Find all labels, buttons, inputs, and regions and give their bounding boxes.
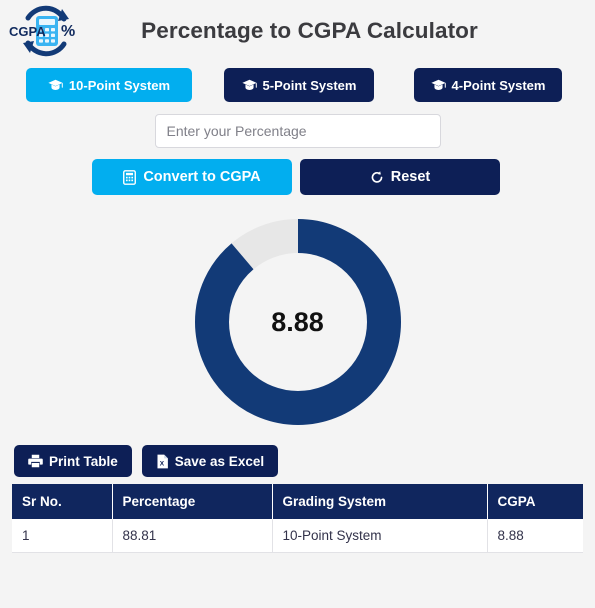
graduation-cap-icon bbox=[430, 79, 446, 91]
grading-system-10-point-label: 10-Point System bbox=[68, 77, 171, 93]
grading-system-4-point-label: 4-Point System bbox=[451, 77, 546, 93]
cgpa-result-chart: 8.88 bbox=[0, 206, 595, 438]
percentage-input-container bbox=[0, 108, 595, 154]
cgpa-value-label: 8.88 bbox=[271, 306, 324, 337]
results-table-container: Sr No. Percentage Grading System CGPA 1 … bbox=[0, 484, 595, 553]
percentage-input[interactable] bbox=[154, 114, 441, 148]
svg-text:X: X bbox=[159, 460, 164, 467]
grading-system-selector: 10-Point System 5-Point System 4-Point S… bbox=[0, 62, 595, 108]
percent-symbol: % bbox=[61, 23, 75, 40]
print-table-label: Print Table bbox=[49, 453, 118, 469]
grading-system-10-point-button[interactable]: 10-Point System bbox=[26, 68, 192, 102]
printer-icon bbox=[28, 454, 43, 468]
column-header-sr-no: Sr No. bbox=[12, 484, 113, 519]
logo-text: CGPA bbox=[9, 24, 46, 39]
rotate-right-icon bbox=[370, 170, 384, 185]
export-buttons: Print Table X Save as Excel bbox=[0, 438, 595, 484]
grading-system-5-point-button[interactable]: 5-Point System bbox=[224, 68, 374, 102]
action-buttons: Convert to CGPA Reset bbox=[0, 154, 595, 206]
table-body: 1 88.81 10-Point System 8.88 bbox=[12, 519, 583, 553]
table-header-row: Sr No. Percentage Grading System CGPA bbox=[12, 484, 583, 519]
save-as-excel-label: Save as Excel bbox=[174, 453, 265, 469]
reset-button-label: Reset bbox=[390, 169, 431, 185]
table-row: 1 88.81 10-Point System 8.88 bbox=[12, 519, 583, 553]
calculator-icon bbox=[123, 169, 137, 185]
cgpa-donut: 8.88 bbox=[194, 218, 402, 426]
column-header-percentage: Percentage bbox=[112, 484, 273, 519]
file-excel-icon: X bbox=[156, 454, 169, 469]
column-header-grading-system: Grading System bbox=[272, 484, 488, 519]
table-head: Sr No. Percentage Grading System CGPA bbox=[12, 484, 583, 519]
grading-system-4-point-button[interactable]: 4-Point System bbox=[414, 68, 562, 102]
cell-cgpa: 8.88 bbox=[487, 519, 583, 553]
page-title: Percentage to CGPA Calculator bbox=[141, 18, 478, 43]
cell-percentage: 88.81 bbox=[112, 519, 273, 553]
results-table: Sr No. Percentage Grading System CGPA 1 … bbox=[12, 484, 583, 553]
convert-to-cgpa-button[interactable]: Convert to CGPA bbox=[92, 159, 292, 195]
reset-button[interactable]: Reset bbox=[300, 159, 500, 195]
save-as-excel-button[interactable]: X Save as Excel bbox=[141, 445, 279, 477]
convert-button-label: Convert to CGPA bbox=[143, 169, 261, 185]
cell-sr-no: 1 bbox=[12, 519, 113, 553]
cgpa-calculator-logo: CGPA % bbox=[6, 5, 84, 57]
print-table-button[interactable]: Print Table bbox=[14, 445, 132, 477]
app-header: CGPA % Percentage to CGPA Calculator bbox=[0, 0, 595, 62]
graduation-cap-icon bbox=[48, 79, 63, 91]
grading-system-5-point-label: 5-Point System bbox=[262, 77, 357, 93]
cell-grading-system: 10-Point System bbox=[272, 519, 488, 553]
graduation-cap-icon bbox=[241, 79, 257, 91]
column-header-cgpa: CGPA bbox=[487, 484, 583, 519]
